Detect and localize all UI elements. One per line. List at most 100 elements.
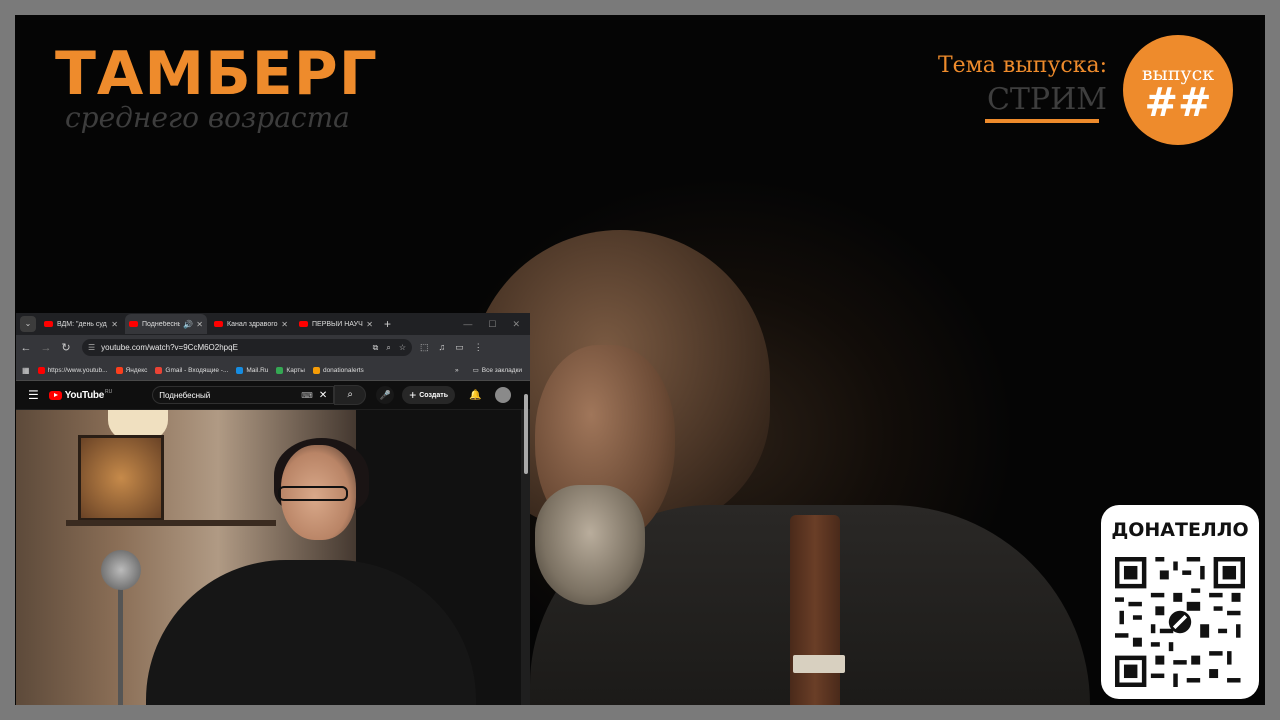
reload-icon[interactable]: ↻ [56,341,76,354]
search-button[interactable]: ⌕ [334,385,367,405]
star-icon[interactable]: ☆ [399,343,406,353]
create-label: Создать [419,391,449,399]
keyboard-icon[interactable]: ⌨ [301,391,313,400]
search-value: Поднебесный [159,390,211,400]
microphone-icon: 🎤 [379,390,391,400]
page-scrollbar[interactable] [524,394,528,474]
maximize-icon[interactable]: ☐ [488,319,496,330]
youtube-favicon-icon [44,321,53,327]
tab-item-active[interactable]: Поднебесный 🔊 ✕ [125,314,207,334]
bookmark-item[interactable]: donationalerts [312,366,364,374]
bookmark-label: donationalerts [322,366,364,374]
all-bookmarks-button[interactable]: ▭ Все закладки [472,366,522,375]
topic-underline [985,119,1099,123]
more-bookmarks-icon[interactable]: » [455,367,459,374]
donate-title: ДОНАТЕЛЛО [1111,519,1249,541]
close-icon[interactable]: ✕ [366,320,373,329]
video-player[interactable] [16,410,521,705]
tab-title: ПЕРВЫЙ НАУЧ [312,320,363,328]
episode-number: ## [1144,80,1212,126]
suspender-buckle [793,655,845,673]
back-icon[interactable]: ← [16,342,36,354]
profile-sync-icon[interactable]: ▭ [455,342,464,353]
video-guest-glasses [278,486,348,501]
brand-logo: ТАМБЕРГ среднего возраста [55,39,378,134]
tab-title: Канал здравого [227,320,278,328]
bookmark-item[interactable]: Gmail - Входящие -... [155,366,229,374]
close-icon[interactable]: ✕ [196,320,203,329]
window-controls: — ☐ ✕ [463,319,520,330]
close-window-icon[interactable]: ✕ [512,319,520,330]
avatar[interactable] [495,387,512,403]
bookmark-item[interactable]: Яндекс [115,366,148,374]
extensions-icon[interactable]: ⬚ [420,342,429,353]
apps-icon[interactable]: ▦ [22,366,30,375]
voice-search-button[interactable]: 🎤 [376,386,395,404]
all-bookmarks-label: Все закладки [481,366,522,374]
folder-icon: ▭ [472,367,479,374]
bookmark-item[interactable]: Mail.Ru [236,366,268,374]
forward-icon[interactable]: → [36,342,56,354]
close-icon[interactable]: ✕ [281,320,288,329]
install-app-icon[interactable]: ⧉ [373,343,379,353]
tab-search-button[interactable]: ⌄ [20,316,36,332]
youtube-favicon-icon [214,321,223,327]
bookmark-favicon-icon [115,366,123,374]
bookmark-favicon-icon [276,366,284,374]
bookmarks-bar: ▦ https://www.youtub... Яндекс Gmail - В… [16,360,530,381]
speaker-icon[interactable]: 🔊 [183,320,193,329]
episode-topic: Тема выпуска: СТРИМ [938,53,1107,123]
donate-qr-code [1115,557,1245,687]
bookmark-favicon-icon [236,366,244,374]
youtube-play-icon [48,390,62,400]
donate-card: ДОНАТЕЛЛО [1101,505,1259,699]
tab-item[interactable]: ВДМ: "день суд ✕ [40,314,122,334]
bookmark-item[interactable]: https://www.youtub... [37,366,108,374]
bookmark-favicon-icon [312,366,320,374]
tab-item[interactable]: Канал здравого ✕ [210,314,292,334]
youtube-favicon-icon [299,321,308,327]
topic-value: СТРИМ [986,82,1107,117]
topic-label: Тема выпуска: [937,53,1107,78]
tab-item[interactable]: ПЕРВЫЙ НАУЧ ✕ [295,314,377,334]
video-shelf [66,520,276,526]
tab-title: ВДМ: "день суд [57,320,107,328]
address-bar[interactable]: ☰ youtube.com/watch?v=9CcM6O2hpqE ⧉ ⌕ ☆ [82,339,412,356]
tab-bar: ⌄ ВДМ: "день суд ✕ Поднебесный 🔊 ✕ Канал… [16,313,530,335]
youtube-logo[interactable]: YouTube RU [48,389,113,401]
host-beard [535,485,645,605]
bookmark-label: Gmail - Входящие -... [165,366,229,374]
close-icon[interactable]: ✕ [111,320,118,329]
brand-title: ТАМБЕРГ [55,39,378,109]
hamburger-menu-icon[interactable]: ☰ [28,388,39,402]
youtube-header: ☰ YouTube RU Поднебесный ⌨ ✕ ⌕ 🎤 + Создат… [16,381,530,409]
media-controls-icon[interactable]: ♫ [439,342,446,353]
browser-window: ⌄ ВДМ: "день суд ✕ Поднебесный 🔊 ✕ Канал… [16,313,530,705]
plus-icon: + [409,388,417,402]
video-mic-stand [118,585,123,705]
bookmark-label: Яндекс [125,366,148,374]
new-tab-button[interactable]: + [384,317,391,331]
host-suspender [790,515,840,705]
youtube-search-input[interactable]: Поднебесный ⌨ ✕ [152,386,335,404]
bookmark-favicon-icon [155,366,163,374]
video-painting [78,435,164,521]
youtube-favicon-icon [129,321,138,327]
minimize-icon[interactable]: — [463,319,472,330]
clear-search-icon[interactable]: ✕ [319,390,327,401]
country-code: RU [104,389,113,395]
zoom-icon[interactable]: ⌕ [386,343,390,353]
url-text: youtube.com/watch?v=9CcM6O2hpqE [101,343,238,352]
bookmark-item[interactable]: Карты [276,366,305,374]
episode-badge: выпуск ## [1123,35,1233,145]
site-info-icon[interactable]: ☰ [88,343,95,352]
bookmark-label: https://www.youtub... [47,366,108,374]
bookmark-favicon-icon [37,366,45,374]
search-icon: ⌕ [347,389,353,400]
notifications-bell-icon[interactable]: 🔔 [469,390,481,401]
address-bar-row: ← → ↻ ☰ youtube.com/watch?v=9CcM6O2hpqE … [16,335,530,360]
bookmark-label: Карты [286,366,305,374]
stream-frame: ТАМБЕРГ среднего возраста Тема выпуска: … [15,15,1265,705]
menu-icon[interactable]: ⋮ [474,342,483,353]
create-button[interactable]: + Создать [402,386,456,404]
